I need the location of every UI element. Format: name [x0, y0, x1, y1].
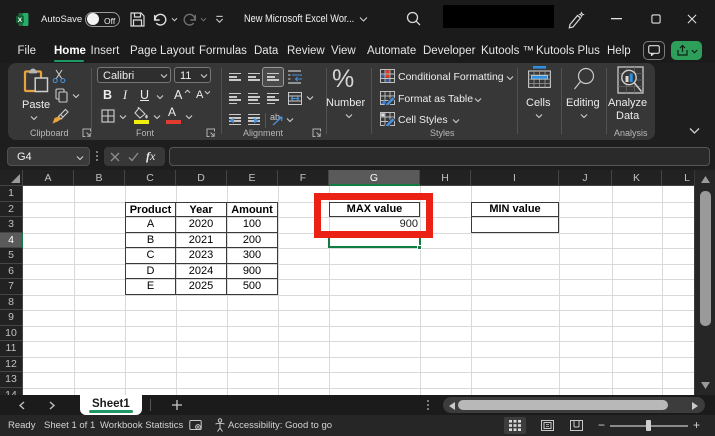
svg-text:X: X — [18, 17, 23, 24]
